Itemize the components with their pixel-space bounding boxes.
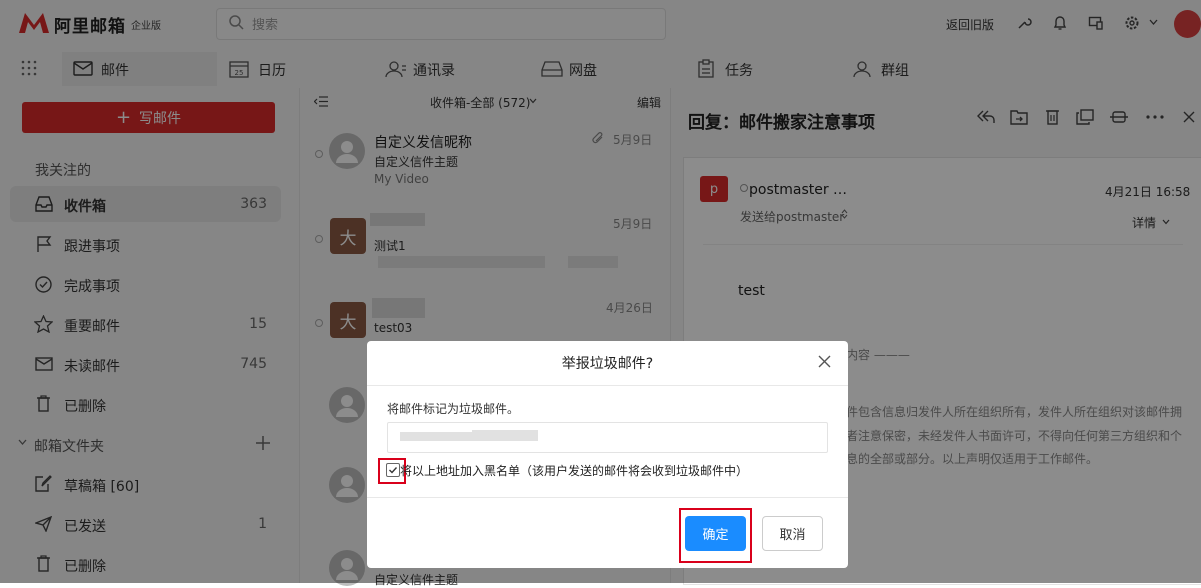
dialog-footer-divider	[367, 497, 848, 498]
redacted-address	[400, 432, 472, 441]
blacklist-label[interactable]: 将以上地址加入黑名单（该用户发送的邮件将会收到垃圾邮件中）	[400, 462, 748, 479]
dialog-close-icon[interactable]	[818, 355, 831, 368]
confirm-button[interactable]: 确定	[685, 516, 746, 551]
dialog-divider	[367, 385, 848, 386]
cancel-button[interactable]: 取消	[762, 516, 823, 551]
dialog-message: 将邮件标记为垃圾邮件。	[387, 402, 520, 416]
redacted-address	[472, 430, 538, 441]
dialog-title: 举报垃圾邮件?	[561, 356, 654, 372]
